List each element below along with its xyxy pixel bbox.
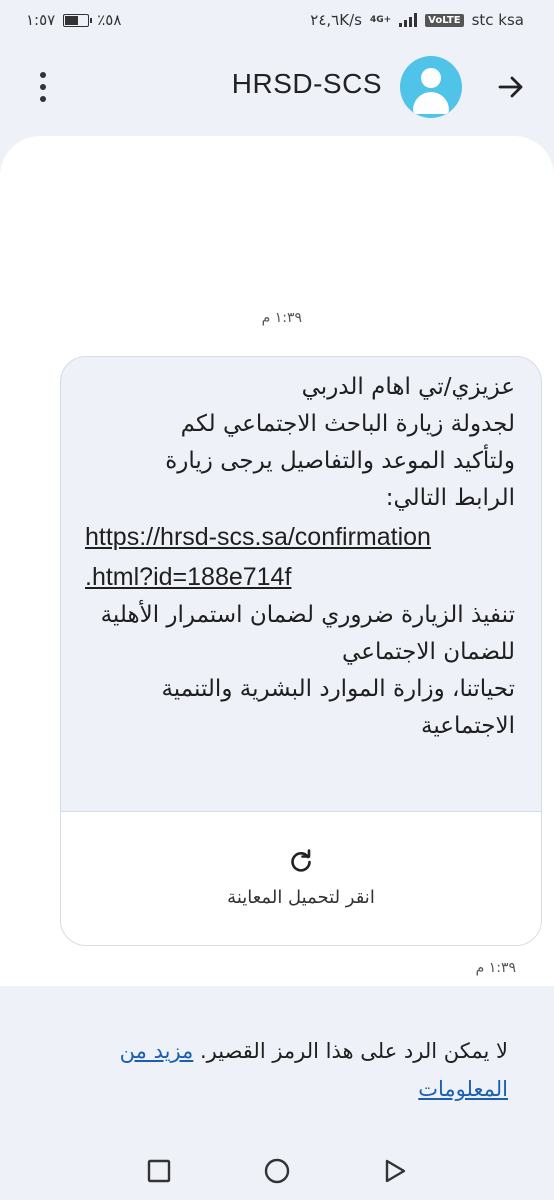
message-link[interactable]: https://hrsd-scs.sa/confirmation [83, 517, 515, 557]
message-line: تحياتنا، وزارة الموارد البشرية والتنمية [161, 676, 515, 702]
status-left: ١:٥٧ ٪٥٨ [26, 11, 121, 29]
message-line: تنفيذ الزيارة ضروري لضمان استمرار الأهلي… [100, 602, 515, 628]
more-vert-icon[interactable] [36, 72, 50, 102]
message-timestamp: ١:٣٩ م [261, 310, 302, 326]
circle-icon[interactable] [264, 1158, 290, 1184]
arrow-right-icon[interactable] [496, 72, 526, 102]
network-speed: ٢٤,٦K/s [310, 11, 362, 29]
message-line: للضمان الاجتماعي [342, 639, 515, 665]
message-text: عزيزي/تي اهام الدربي لجدولة زيارة الباحث… [61, 357, 541, 745]
notice-text: لا يمكن الرد على هذا الرمز القصير. مزيد … [68, 1032, 508, 1108]
battery-percent: ٪٥٨ [97, 11, 122, 29]
carrier-name: stc ksa [471, 11, 524, 29]
message-line: ولتأكيد الموعد والتفاصيل يرجى زيارة [165, 448, 515, 474]
message-timestamp: ١:٣٩ م [475, 960, 516, 976]
message-bubble[interactable]: عزيزي/تي اهام الدربي لجدولة زيارة الباحث… [60, 356, 542, 946]
person-icon[interactable] [400, 56, 462, 118]
message-line: لجدولة زيارة الباحث الاجتماعي لكم [180, 411, 515, 437]
volte-badge: VoLTE [425, 13, 464, 27]
short-code-notice: لا يمكن الرد على هذا الرمز القصير. مزيد … [0, 996, 554, 1126]
message-line: الرابط التالي: [385, 485, 515, 511]
load-preview-label: انقر لتحميل المعاينة [227, 887, 375, 908]
conversation-header: HRSD-SCS [0, 50, 554, 124]
triangle-back-icon[interactable] [382, 1158, 408, 1184]
message-link-continued[interactable]: .html?id=188e714f [83, 557, 515, 597]
square-icon[interactable] [146, 1158, 172, 1184]
message-line: عزيزي/تي اهام الدربي [301, 374, 515, 400]
load-preview-button[interactable]: انقر لتحميل المعاينة [61, 811, 541, 945]
contact-title: HRSD-SCS [231, 68, 382, 99]
status-right: ٢٤,٦K/s 4G+ VoLTE stc ksa [310, 11, 524, 29]
notice-message: لا يمكن الرد على هذا الرمز القصير. [199, 1039, 508, 1063]
status-bar: ١:٥٧ ٪٥٨ ٢٤,٦K/s 4G+ VoLTE stc ksa [0, 0, 554, 40]
signal-icon [399, 13, 418, 27]
refresh-icon [291, 849, 311, 872]
system-nav-bar [0, 1140, 554, 1200]
status-time: ١:٥٧ [26, 11, 56, 29]
battery-icon [63, 13, 93, 27]
network-type: 4G+ [369, 14, 392, 25]
message-line: الاجتماعية [421, 713, 515, 739]
